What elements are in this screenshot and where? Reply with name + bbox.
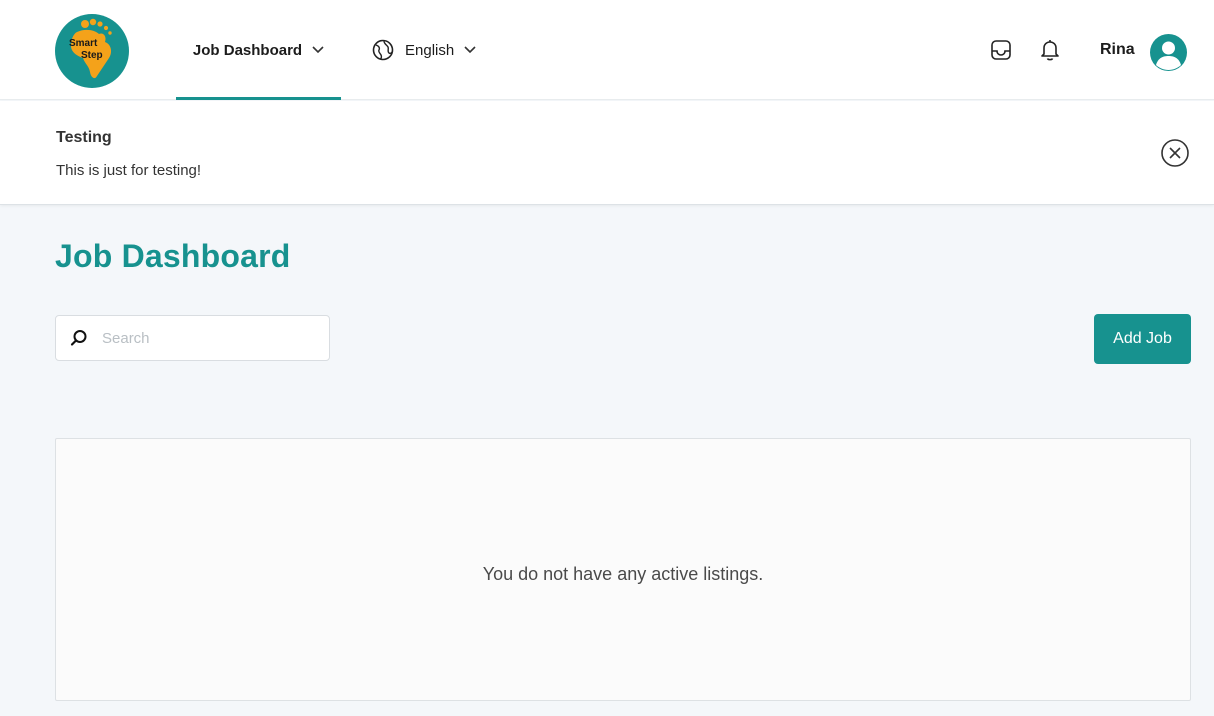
logo-text-smart: Smart (69, 38, 98, 49)
active-tab-underline (176, 97, 341, 100)
banner-title: Testing (56, 129, 112, 146)
bell-icon[interactable] (1037, 37, 1063, 63)
banner-message: This is just for testing! (56, 162, 202, 179)
inbox-icon[interactable] (988, 37, 1014, 63)
user-avatar-icon[interactable] (1150, 34, 1187, 71)
nav-job-dashboard[interactable]: Job Dashboard (176, 0, 341, 100)
smart-step-logo[interactable]: Smart Step (55, 14, 129, 88)
chevron-down-icon (312, 46, 324, 54)
empty-listings-message: You do not have any active listings. (482, 564, 764, 584)
nav-job-dashboard-label: Job Dashboard (192, 41, 303, 59)
logo-text-step: Step (81, 50, 103, 61)
chevron-down-icon (464, 46, 476, 54)
add-job-button[interactable]: Add Job (1094, 314, 1191, 364)
language-label: English (405, 41, 455, 59)
notification-banner: Testing This is just for testing! (0, 101, 1214, 205)
page-title: Job Dashboard (55, 238, 291, 274)
search-input[interactable] (102, 329, 322, 347)
search-box (55, 315, 330, 361)
globe-icon (372, 39, 394, 61)
user-name[interactable]: Rina (1100, 41, 1135, 59)
close-circle-icon[interactable] (1160, 138, 1190, 168)
language-selector[interactable]: English (372, 0, 476, 100)
search-icon (70, 330, 87, 346)
listings-panel: You do not have any active listings. (55, 438, 1191, 701)
top-navigation-bar: Smart Step Job Dashboard English Rina (0, 0, 1214, 100)
